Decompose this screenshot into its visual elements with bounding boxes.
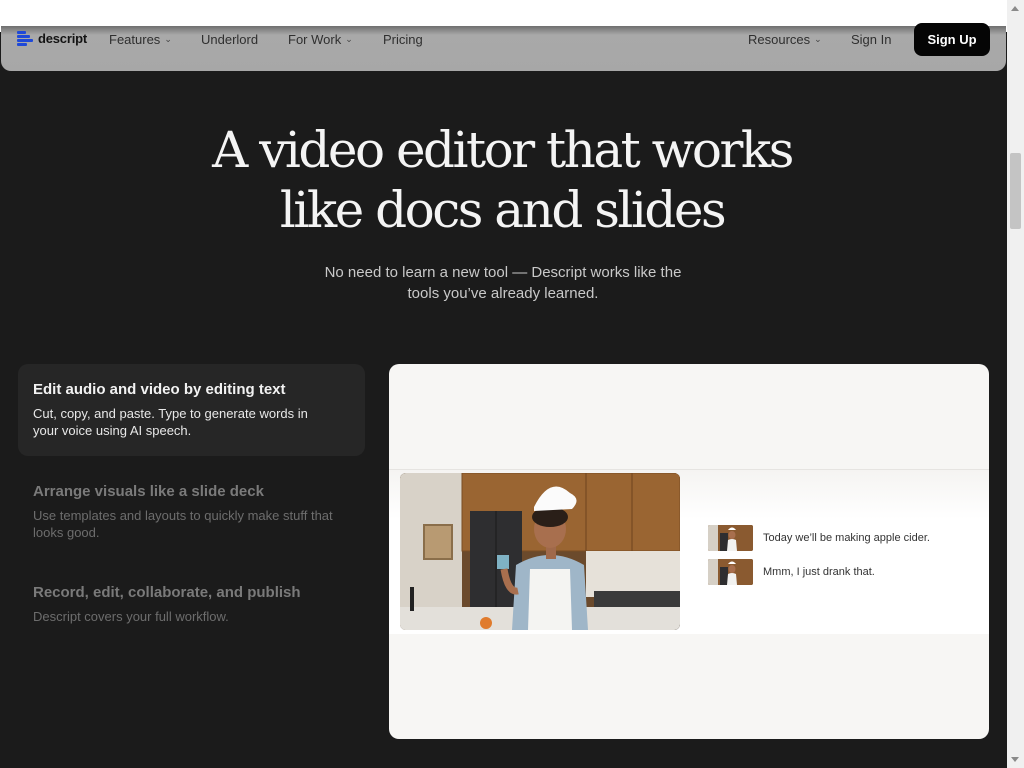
- feature-title: Arrange visuals like a slide deck: [33, 483, 264, 500]
- transcript-text: Mmm, I just drank that.: [763, 566, 875, 578]
- hero-subtitle-line-2: tools you’ve already learned.: [407, 285, 599, 302]
- descript-logo[interactable]: descript: [17, 30, 87, 47]
- chevron-down-icon: ⌄: [345, 34, 353, 44]
- sign-up-button[interactable]: Sign Up: [914, 23, 990, 56]
- sign-in-label: Sign In: [851, 32, 892, 47]
- video-preview[interactable]: [400, 473, 680, 630]
- nav-pricing[interactable]: Pricing: [383, 32, 423, 47]
- chevron-down-icon: ⌄: [814, 34, 822, 44]
- brand-name: descript: [38, 31, 87, 46]
- hero-subtitle-line-1: No need to learn a new tool — Descript w…: [324, 264, 682, 281]
- transcript-line[interactable]: Today we’ll be making apple cider.: [708, 525, 930, 551]
- nav-pricing-label: Pricing: [383, 32, 423, 47]
- hero-subtitle: No need to learn a new tool — Descript w…: [303, 262, 703, 304]
- hero-title-line-1: A video editor that works: [212, 121, 794, 179]
- page-scrollbar[interactable]: [1007, 0, 1024, 768]
- feature-edit-by-text[interactable]: Edit audio and video by editing text Cut…: [18, 364, 365, 456]
- scroll-down-icon[interactable]: [1011, 757, 1019, 762]
- feature-title: Edit audio and video by editing text: [33, 381, 286, 398]
- feature-description: Cut, copy, and paste. Type to generate w…: [33, 406, 308, 438]
- nav-features-label: Features: [109, 32, 161, 47]
- nav-underlord-label: Underlord: [201, 32, 259, 47]
- chevron-down-icon: ⌄: [164, 34, 172, 44]
- feature-description: Descript covers your full workflow.: [33, 609, 229, 624]
- scrollbar-thumb[interactable]: [1010, 153, 1021, 229]
- scroll-up-icon[interactable]: [1011, 6, 1019, 11]
- sign-in-link[interactable]: Sign In: [851, 32, 891, 47]
- editor-preview-panel: Today we’ll be making apple cider. Mmm, …: [389, 364, 989, 739]
- feature-workflow[interactable]: Record, edit, collaborate, and publish D…: [18, 567, 365, 641]
- transcript-line[interactable]: Mmm, I just drank that.: [708, 559, 875, 585]
- feature-slide-deck[interactable]: Arrange visuals like a slide deck Use te…: [18, 466, 365, 557]
- transcript-thumbnail: [708, 559, 753, 585]
- nav-for-work[interactable]: For Work ⌄: [288, 32, 353, 47]
- transcript-thumbnail: [708, 525, 753, 551]
- nav-resources[interactable]: Resources ⌄: [748, 32, 822, 47]
- feature-title: Record, edit, collaborate, and publish: [33, 584, 301, 601]
- nav-for-work-label: For Work: [288, 32, 342, 47]
- feature-description: Use templates and layouts to quickly mak…: [33, 508, 333, 540]
- transcript-text: Today we’ll be making apple cider.: [763, 532, 930, 544]
- nav-features[interactable]: Features ⌄: [109, 32, 172, 47]
- hero-title: A video editor that works like docs and …: [150, 120, 854, 240]
- nav-resources-label: Resources: [748, 32, 811, 47]
- hero-title-line-2: like docs and slides: [279, 181, 727, 239]
- nav-underlord[interactable]: Underlord: [201, 32, 258, 47]
- chef-video-frame: [400, 473, 680, 630]
- descript-logo-icon: [17, 30, 33, 47]
